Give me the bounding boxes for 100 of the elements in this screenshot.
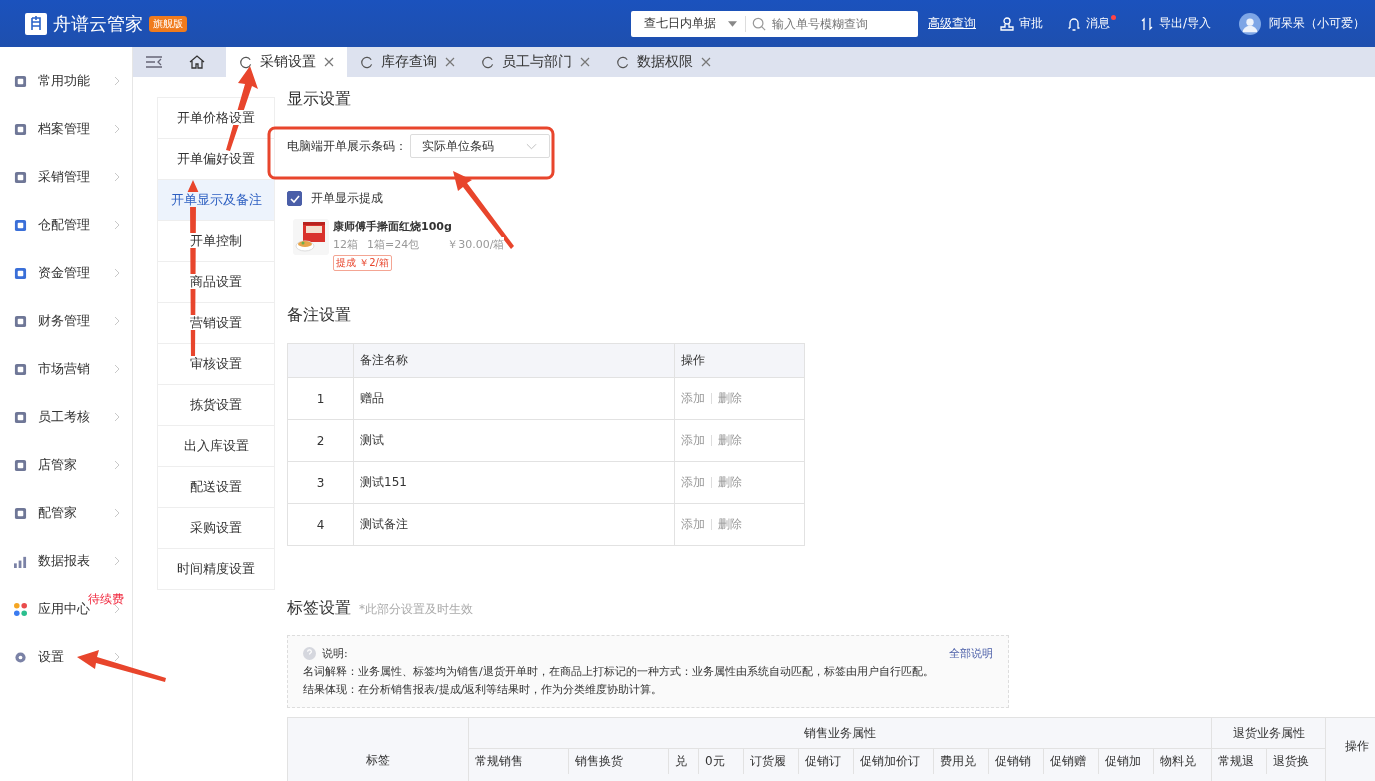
table-cell: 测试151 (360, 475, 407, 489)
menu-icon (14, 506, 27, 520)
table-header: 销售换货 (569, 749, 669, 774)
product-name: 康师傅手擀面红烧100g (333, 219, 453, 234)
menu-icon (14, 458, 27, 472)
collapse-menu-icon[interactable] (146, 56, 162, 68)
field-label: 电脑端开单展示条码： (287, 137, 407, 155)
avatar (1239, 12, 1261, 35)
stamp-icon (1000, 16, 1014, 31)
table-header: 常规销售 (469, 749, 569, 774)
section-note: *此部分设置及时生效 (359, 601, 473, 618)
table-header: 促销订 (799, 749, 854, 774)
menu-icon (14, 362, 27, 376)
chevron-icon (114, 268, 120, 278)
checkbox-label: 开单显示提成 (311, 190, 383, 207)
page-tab[interactable]: 采销设置 (226, 47, 347, 77)
close-icon[interactable] (701, 57, 711, 67)
menu-icon (14, 314, 27, 328)
sidebar-item[interactable]: 配管家 (0, 489, 132, 537)
checkbox[interactable] (287, 191, 302, 206)
sidebar-item[interactable]: 资金管理 (0, 249, 132, 297)
bar-chart-icon (14, 554, 27, 568)
page-tab[interactable]: 员工与部门 (468, 47, 603, 77)
row-number: 4 (316, 517, 325, 532)
refresh-icon (481, 55, 494, 69)
info-heading: 说明: (322, 646, 348, 661)
sidebar-item[interactable]: 店管家 (0, 441, 132, 489)
product-unit: 1箱=24包 (367, 237, 420, 252)
table-cell: 测试 (360, 433, 384, 447)
info-text: 名词解释：业务属性、标签均为销售/退货开单时，在商品上打标记的一种方式：业务属性由系统自动匹配，标签由用户自行匹配。 (303, 664, 935, 679)
header-action[interactable]: 消息 (1067, 11, 1116, 36)
table-header: 操作 (674, 343, 805, 378)
section-title: 备注设置 (287, 305, 352, 326)
sidebar-item[interactable]: 财务管理 (0, 297, 132, 345)
close-icon[interactable] (324, 57, 334, 67)
refresh-icon (360, 55, 373, 69)
row-number: 2 (316, 433, 325, 448)
full-description-link[interactable]: 全部说明 (949, 646, 993, 661)
row-number: 1 (316, 391, 325, 406)
edition-badge: 旗舰版 (149, 15, 187, 32)
commission-tag: 提成 ￥2/箱 (333, 255, 392, 271)
page-tab[interactable]: 数据权限 (603, 47, 724, 77)
page-tab[interactable]: 库存查询 (347, 47, 468, 77)
swap-icon (1140, 16, 1154, 31)
table-header: 促销加 (1099, 749, 1154, 774)
chevron-icon (114, 412, 120, 422)
header-action[interactable]: 审批 (1000, 11, 1043, 36)
chevron-icon (114, 76, 120, 86)
sidebar-item[interactable]: 应用中心 待续费 (0, 585, 132, 633)
sidebar-item[interactable]: 员工考核 (0, 393, 132, 441)
logo-icon (25, 12, 47, 35)
table-header: 退货业务属性 (1212, 718, 1325, 749)
barcode-select[interactable]: 实际单位条码 (410, 134, 550, 158)
apps-icon (14, 602, 27, 616)
chevron-icon (114, 124, 120, 134)
table-header: 促销销 (989, 749, 1044, 774)
info-text: 结果体现：在分析销售报表/提成/返利等结果时，作为分类维度协助计算。 (303, 682, 664, 697)
sidebar-item[interactable]: 采销管理 (0, 153, 132, 201)
home-icon[interactable] (189, 55, 205, 69)
sidebar-item[interactable]: 常用功能 (0, 57, 132, 105)
header-action[interactable]: 导出/导入 (1140, 11, 1212, 36)
menu-icon (14, 170, 27, 184)
table-header: 促销赠 (1044, 749, 1099, 774)
chevron-icon (114, 556, 120, 566)
sidebar-item[interactable]: 仓配管理 (0, 201, 132, 249)
bell-icon (1067, 16, 1081, 31)
settings-icon (14, 650, 27, 664)
sidebar-item[interactable]: 档案管理 (0, 105, 132, 153)
table-header: 费用兑 (934, 749, 989, 774)
sidebar-item[interactable]: 数据报表 (0, 537, 132, 585)
sidebar-item[interactable]: 市场营销 (0, 345, 132, 393)
table-cell: 赠品 (360, 391, 384, 405)
table-header: 标签 (288, 718, 469, 781)
menu-icon (14, 74, 27, 88)
user-name[interactable]: 阿呆呆（小可爱） (1269, 15, 1365, 32)
table-header: 常规退 (1212, 749, 1267, 774)
chevron-icon (114, 460, 120, 470)
caret-icon (728, 20, 737, 27)
range-select[interactable]: 查七日内单据 (631, 15, 746, 32)
table-header: 订货履 (744, 749, 799, 774)
help-icon (303, 647, 316, 660)
chevron-icon (114, 508, 120, 518)
table-header: 备注名称 (353, 343, 675, 378)
chevron-icon (114, 316, 120, 326)
close-icon[interactable] (445, 57, 455, 67)
advanced-search-link[interactable]: 高级查询 (928, 15, 976, 32)
refresh-icon (616, 55, 629, 69)
brand-name: 舟谱云管家 (53, 11, 143, 36)
table-header: 操作 (1344, 737, 1370, 755)
chevron-icon (114, 172, 120, 182)
product-price: ￥30.00/箱 (447, 237, 505, 252)
table-header: 兑 (669, 749, 699, 774)
menu-icon (14, 218, 27, 232)
settings-nav-item[interactable]: 开单显示及备注 (158, 180, 274, 221)
menu-icon (14, 410, 27, 424)
chevron-down-icon (526, 142, 537, 150)
refresh-icon (239, 55, 252, 69)
table-header: 促销加价订 (854, 749, 934, 774)
section-title: 标签设置 (287, 598, 351, 619)
close-icon[interactable] (580, 57, 590, 67)
